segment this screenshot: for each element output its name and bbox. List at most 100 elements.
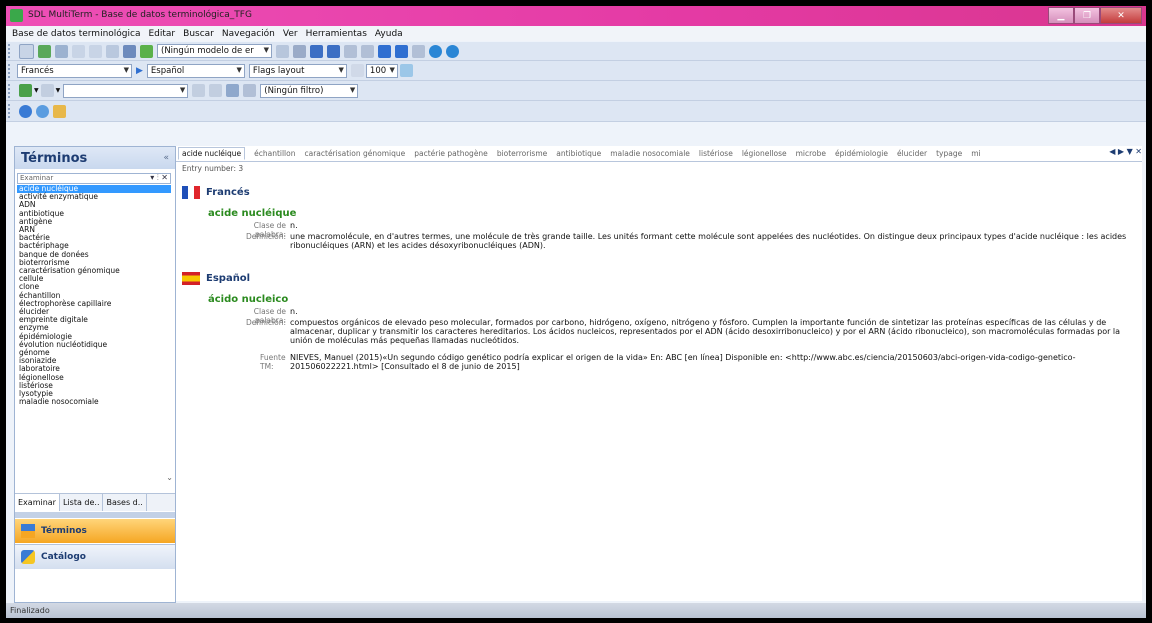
filter-combo[interactable]: (Ningún filtro) ▼ (260, 83, 359, 98)
entry-pane: acide nucléique échantillon caractérisat… (176, 146, 1142, 601)
menu-database[interactable]: Base de datos terminológica (12, 29, 140, 39)
browse-search-placeholder: Examinar (20, 174, 54, 182)
tab-entry[interactable]: listériose (699, 149, 733, 158)
search-options-icon[interactable] (40, 84, 54, 97)
delete-icon[interactable] (106, 44, 119, 58)
tab-scroll-controls[interactable]: ◀ ▶ ▼ ✕ (1105, 147, 1142, 156)
tab-entry[interactable]: mi (971, 149, 980, 158)
sort-icon[interactable] (412, 44, 425, 58)
tab-entry[interactable]: pactérie pathogène (414, 149, 488, 158)
search-field-controls[interactable]: ▾ ⫶ ✕ (150, 173, 168, 182)
tab-entry[interactable]: échantillon (254, 149, 295, 158)
source-language-combo[interactable]: Francés ▼ (17, 63, 132, 78)
tab-entry[interactable]: typage (936, 149, 962, 158)
target-language-combo[interactable]: Español ▼ (146, 63, 245, 78)
arrow-up-icon[interactable] (310, 44, 323, 58)
arrow-down-icon[interactable] (327, 44, 340, 58)
menu-navigation[interactable]: Navegación (222, 29, 275, 39)
filter-clear-icon[interactable] (361, 44, 374, 58)
search-input[interactable]: ▼ (63, 83, 189, 98)
spanish-term[interactable]: ácido nucleico (208, 294, 288, 305)
collapse-icon[interactable]: « (163, 153, 169, 163)
maximize-button[interactable]: ❐ (1074, 7, 1100, 24)
zoom-fit-icon[interactable] (399, 64, 413, 77)
scroll-down-icon[interactable]: ⌄ (166, 473, 173, 482)
menu-search[interactable]: Buscar (183, 29, 214, 39)
tab-entry[interactable]: légionellose (742, 149, 787, 158)
chevron-down-icon[interactable]: ▼ (339, 66, 344, 74)
toolbar-grip[interactable] (8, 83, 13, 98)
list-item[interactable]: activité enzymatique (17, 192, 171, 201)
chevron-down-icon[interactable]: ▼ (237, 66, 242, 74)
copy-icon[interactable] (72, 44, 85, 58)
tab-entry[interactable]: antibiotique (556, 149, 601, 158)
layout-combo[interactable]: Flags layout ▼ (248, 63, 347, 78)
tab-hitlist[interactable]: Lista de.. (60, 494, 104, 511)
source-language-value: Francés (21, 65, 54, 76)
search-icon[interactable] (192, 84, 206, 97)
search-type-icon[interactable] (19, 84, 32, 97)
spanish-source-label: Fuente TM: (260, 353, 286, 371)
status-text: Finalizado (10, 606, 50, 615)
toolbar-grip[interactable] (8, 104, 13, 118)
go-forward-icon[interactable] (446, 44, 459, 58)
save-icon[interactable] (123, 44, 136, 58)
tab-browse[interactable]: Examinar (15, 494, 60, 511)
refresh-icon[interactable] (19, 104, 32, 118)
splitter-handle[interactable] (15, 512, 175, 518)
fuzzy-search-icon[interactable] (209, 84, 223, 97)
tab-entry[interactable]: bioterrorisme (497, 149, 547, 158)
tab-entry[interactable]: caractérisation génomique (304, 149, 405, 158)
toolbar-grip[interactable] (8, 63, 13, 78)
close-button[interactable]: ✕ (1100, 7, 1142, 24)
filter-icon[interactable] (344, 44, 357, 58)
menu-edit[interactable]: Editar (148, 29, 175, 39)
nav-terms-button[interactable]: Términos (15, 519, 175, 543)
list-item[interactable]: cellule (17, 275, 171, 283)
list-item[interactable]: antigène (17, 217, 171, 226)
tab-entry[interactable]: maladie nosocomiale (610, 149, 690, 158)
check-icon[interactable] (140, 44, 153, 58)
go-back-icon[interactable] (429, 44, 442, 58)
chevron-down-icon[interactable]: ▼ (180, 86, 185, 94)
tab-databases[interactable]: Bases d.. (103, 494, 147, 511)
zoom-combo[interactable]: 100 ▼ (365, 63, 398, 78)
play-arrow-icon[interactable]: ▶ (136, 66, 143, 76)
new-icon[interactable] (19, 43, 34, 59)
list-item[interactable]: maladie nosocomiale (17, 398, 171, 406)
tab-entry[interactable]: élucider (897, 149, 927, 158)
zoom-icon[interactable] (350, 64, 364, 77)
back-icon[interactable] (378, 44, 391, 58)
toolbar-grip[interactable] (8, 44, 13, 58)
french-term[interactable]: acide nucléique (208, 208, 296, 219)
chevron-down-icon[interactable]: ▼ (390, 66, 395, 74)
france-flag-icon (182, 186, 200, 199)
terms-panel-title: Términos (21, 151, 88, 166)
forward-icon[interactable] (395, 44, 408, 58)
add-entry-icon[interactable] (38, 44, 51, 58)
fulltext-search-icon[interactable] (226, 84, 240, 97)
chevron-down-icon[interactable]: ▼ (34, 87, 39, 94)
browse-search-field[interactable]: Examinar ▾ ⫶ ✕ (17, 173, 171, 184)
tab-entry[interactable]: acide nucléique (178, 147, 246, 160)
globe-icon[interactable] (36, 104, 49, 118)
menu-tools[interactable]: Herramientas (306, 29, 367, 39)
nav-catalog-button[interactable]: Catálogo (15, 544, 175, 569)
model-combo[interactable]: (Ningún modelo de er ▼ (157, 44, 272, 58)
tab-entry[interactable]: microbe (796, 149, 826, 158)
pin-icon[interactable] (293, 44, 306, 58)
minimize-button[interactable]: ▁ (1048, 7, 1074, 24)
folder-icon[interactable] (53, 104, 66, 118)
catalog-icon (21, 550, 35, 564)
chevron-down-icon[interactable]: ▼ (124, 66, 129, 74)
link-icon[interactable] (276, 44, 289, 58)
chevron-down-icon[interactable]: ▼ (264, 46, 269, 54)
chevron-down-icon[interactable]: ▼ (56, 87, 61, 94)
menu-view[interactable]: Ver (283, 29, 298, 39)
tab-entry[interactable]: épidémiologie (835, 149, 888, 158)
paste-icon[interactable] (89, 44, 102, 58)
filter-icon[interactable] (243, 84, 257, 97)
chevron-down-icon[interactable]: ▼ (350, 86, 355, 94)
edit-entry-icon[interactable] (55, 44, 68, 58)
menu-help[interactable]: Ayuda (375, 29, 403, 39)
